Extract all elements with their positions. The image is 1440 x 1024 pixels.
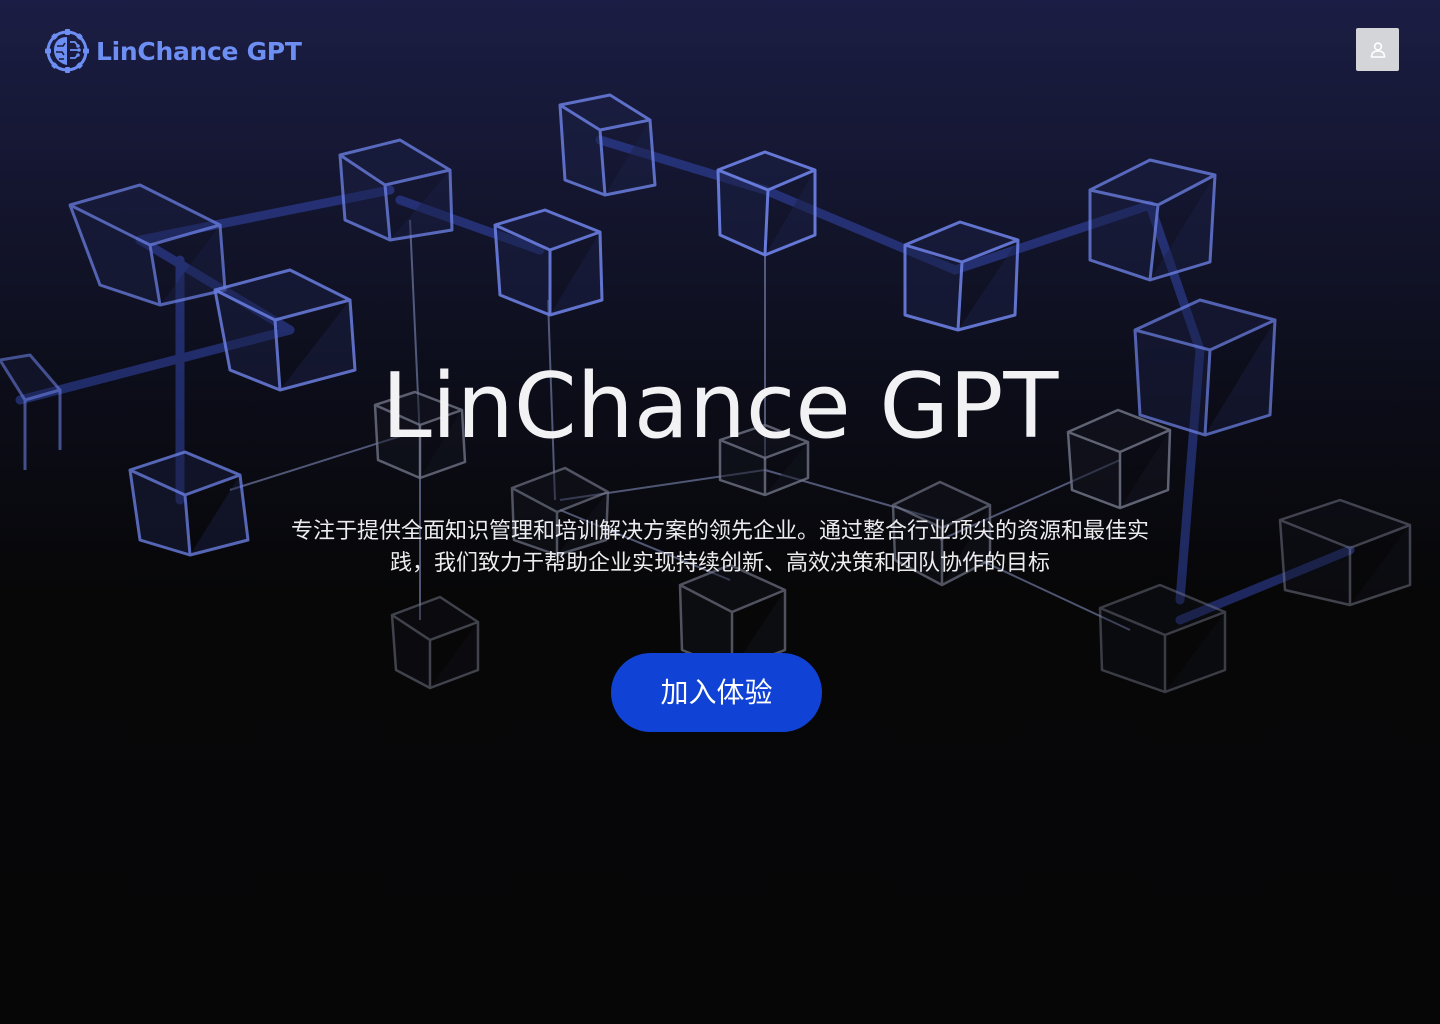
network-cubes-background	[0, 93, 1412, 694]
hero-description: 专注于提供全面知识管理和培训解决方案的领先企业。通过整合行业顶尖的资源和最佳实践…	[290, 519, 1149, 576]
join-experience-button[interactable]: 加入体验	[611, 653, 822, 732]
hero-title: LinChance GPT	[381, 354, 1059, 459]
brain-gear-icon	[45, 29, 89, 73]
logo-link[interactable]: LinChance GPT	[44, 28, 302, 74]
landing-page: LinChance GPT LinChance GPT 专注于提供全面知识管理和…	[0, 0, 1440, 1024]
logo-text: LinChance GPT	[96, 36, 302, 66]
user-account-button[interactable]	[1356, 28, 1399, 71]
user-icon	[1370, 41, 1385, 58]
